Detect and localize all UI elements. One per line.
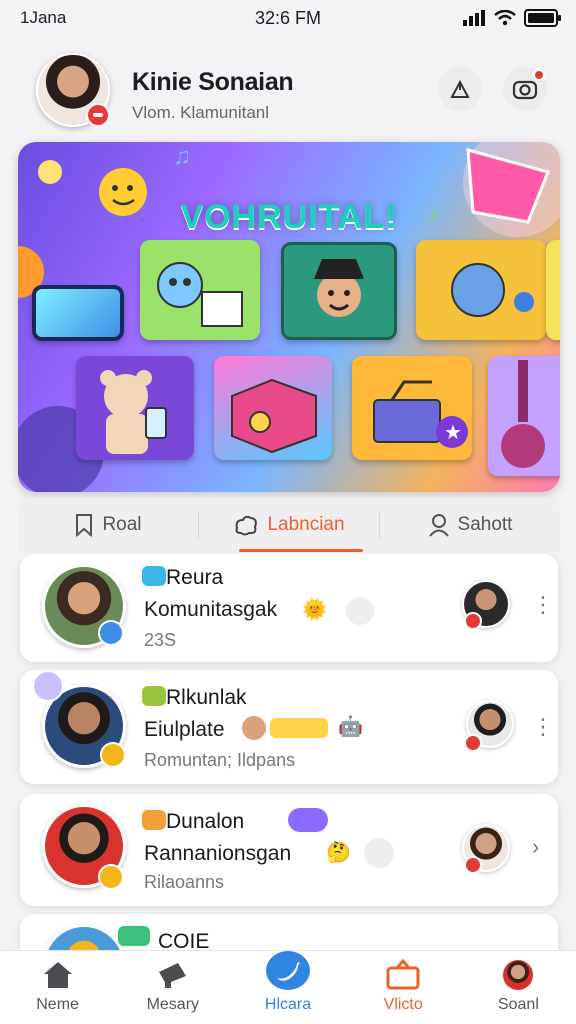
community-tag-icon [118, 926, 150, 946]
video-icon [386, 958, 420, 990]
game-controller-icon [288, 808, 328, 832]
share-icon [450, 79, 470, 98]
banner-tile-bear [76, 356, 194, 460]
community-tag-icon [142, 686, 166, 706]
banner-tile-guitar [488, 356, 560, 476]
tab-labncian[interactable]: Labncian [199, 498, 379, 552]
mini-face-icon [242, 716, 266, 740]
feed-card[interactable]: Reura Komunitasgak 🌞 23S ⋮ [20, 554, 558, 662]
banner-tile-radio: ★ [352, 356, 472, 460]
profile-header: Kinie Sonaian Vlom. Klamunitanl [0, 50, 576, 132]
robot-emoji-icon: 🤖 [338, 716, 363, 738]
nav-mesary[interactable]: Mesary [115, 951, 230, 1024]
share-button[interactable] [438, 67, 482, 111]
post-title: Reura [166, 566, 224, 589]
sun-emoji-icon: 🌞 [302, 599, 327, 621]
banner-tile-box [214, 356, 332, 460]
post-text: Komunitasgak [144, 598, 278, 621]
home-icon [43, 962, 72, 988]
tab-sahott[interactable]: Sahott [380, 498, 560, 552]
post-meta: 23S [144, 630, 177, 650]
battery-icon [524, 9, 561, 27]
profile-subtitle: Vlom. Klamunitanl [132, 103, 270, 122]
post-meta: Romuntan; Ildpans [144, 750, 296, 770]
banner-tile-singer [281, 242, 397, 340]
chevron-right-icon[interactable]: › [532, 834, 539, 860]
post-title: Rlkunlak [166, 686, 247, 709]
person-icon [428, 514, 449, 537]
tab-label: Sahott [457, 514, 513, 535]
status-bar: 1Jana 32:6 FM [0, 0, 576, 36]
more-options-icon[interactable]: ⋮ [532, 714, 554, 740]
sticker-icon [270, 718, 328, 738]
bookmark-icon [76, 514, 93, 537]
wifi-icon [494, 10, 516, 26]
nav-home[interactable]: Neme [0, 951, 115, 1024]
nav-label: Hlcara [264, 996, 312, 1013]
tab-roal[interactable]: Roal [18, 498, 198, 552]
profile-name: Kinie Sonaian [132, 68, 294, 96]
nav-label: Soanl [497, 996, 539, 1013]
nav-label: Neme [36, 996, 79, 1013]
live-badge-icon [464, 856, 482, 874]
verified-badge-icon [98, 620, 124, 646]
live-badge-icon [464, 612, 482, 630]
content-tabs: Roal Labncian Sahott [18, 498, 560, 552]
live-badge-icon [86, 103, 110, 127]
reaction-icon [364, 838, 394, 868]
notification-dot [533, 69, 545, 81]
community-tag-icon [142, 566, 166, 586]
reaction-icon [346, 597, 374, 625]
guitar-icon [501, 360, 545, 468]
svg-text:♫: ♫ [173, 143, 191, 170]
megaphone-icon [158, 963, 186, 988]
bird-icon [266, 951, 310, 990]
robot-icon [157, 262, 243, 327]
bear-icon [100, 370, 167, 454]
more-options-icon[interactable]: ⋮ [532, 592, 554, 618]
signal-icon [463, 10, 485, 26]
emoji-badge-icon [98, 864, 124, 890]
box-icon [231, 378, 317, 454]
post-text: Eiulplate [144, 718, 225, 741]
live-badge-icon [464, 734, 482, 752]
banner-tile-screen [32, 285, 124, 341]
banner-tile-robot [140, 240, 260, 340]
nav-vlicto[interactable]: Vlicto [346, 951, 461, 1024]
svg-text:★: ★ [444, 422, 462, 444]
globe-icon [451, 263, 534, 317]
post-meta: Rilaoanns [144, 872, 225, 892]
profile-avatar-icon [503, 960, 534, 990]
status-carrier: 1Jana [20, 8, 67, 27]
banner-title: VOHRUITAL! [180, 198, 398, 236]
radio-icon: ★ [373, 380, 468, 448]
post-title: Dunalon [166, 810, 245, 833]
post-text: Rannanionsgan [144, 842, 292, 865]
community-tag-icon [142, 810, 166, 830]
nav-soanl[interactable]: Soanl [461, 951, 576, 1024]
camera-button[interactable] [503, 67, 547, 111]
nav-label: Mesary [146, 996, 200, 1013]
banner-tile-globe [416, 240, 546, 340]
feed-card[interactable]: Rlkunlak Eiulplate 🤖 Romuntan; Ildpans ⋮ [20, 670, 558, 784]
tab-label: Roal [102, 514, 142, 535]
tab-label: Labncian [267, 514, 345, 535]
feed-card[interactable]: Dunalon Rannanionsgan 🤔 Rilaoanns › [20, 794, 558, 906]
emoji-badge-icon [100, 742, 126, 768]
bottom-navigation: Neme Mesary Hlcara Vlicto Soanl [0, 950, 576, 1024]
community-icon [235, 515, 258, 536]
banner-tile-edge [546, 240, 560, 340]
singer-icon [314, 259, 364, 317]
thinking-emoji-icon: 🤔 [326, 842, 351, 864]
nav-label: Vlicto [383, 996, 423, 1013]
camera-icon [512, 80, 538, 100]
status-icons [462, 9, 562, 27]
featured-banner[interactable]: ♫ ♪ ♪ ♫ VOHRUITAL! ★ [18, 142, 560, 492]
nav-hlcara[interactable]: Hlcara [230, 951, 345, 1024]
chat-bubble-icon [32, 670, 64, 702]
